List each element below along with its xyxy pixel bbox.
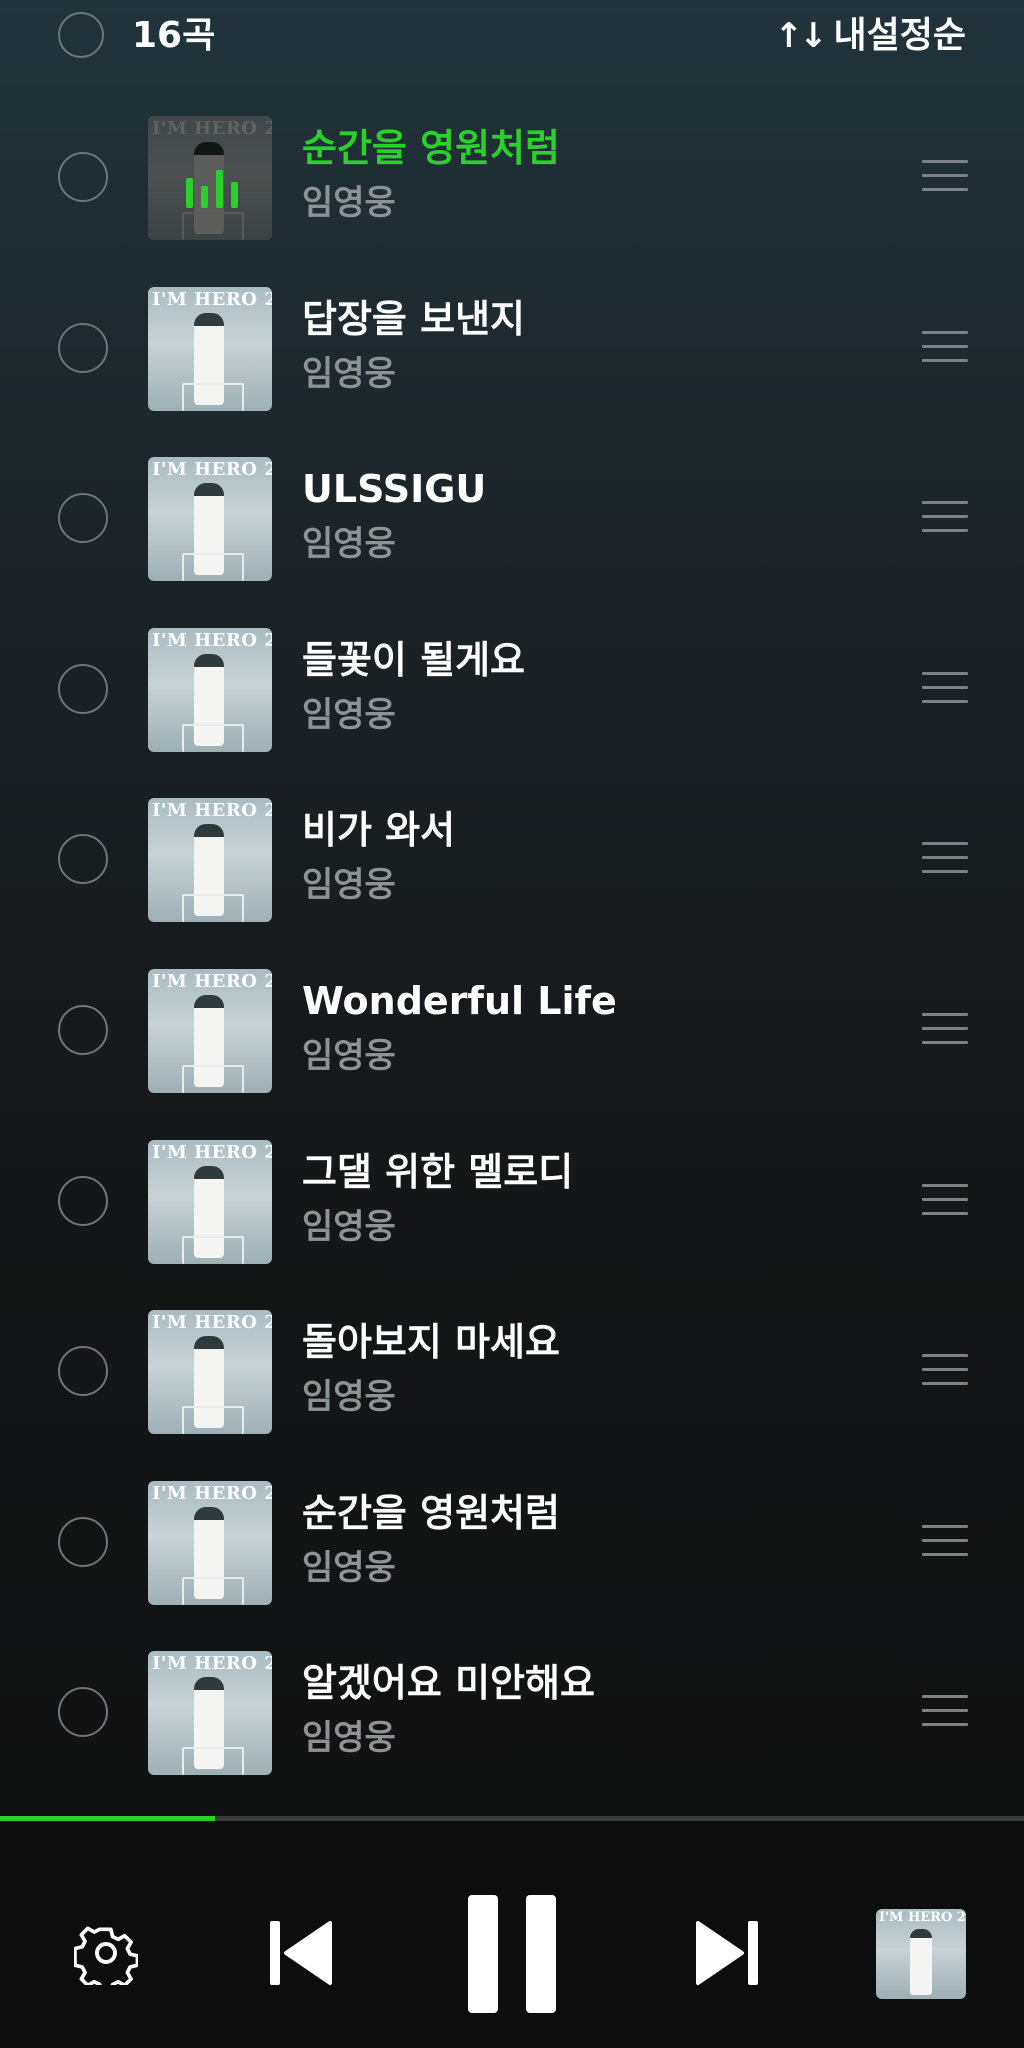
drag-handle-icon[interactable] [922,1354,968,1388]
track-checkbox[interactable] [58,663,108,714]
track-artist: 임영웅 [302,1377,396,1418]
track-checkbox[interactable] [58,493,108,544]
drag-handle-icon[interactable] [922,842,968,876]
drag-handle-icon[interactable] [922,160,968,194]
track-checkbox[interactable] [58,152,108,202]
album-stool [182,1064,244,1093]
player-controls: I'M HERO 2 [0,1821,1024,2048]
album-logo: I'M HERO 2 [152,288,272,310]
track-row[interactable]: I'M HERO 2 Wonderful Life 임영웅 [0,957,1024,1128]
track-row[interactable]: I'M HERO 2 알겠어요 미안해요 임영웅 [0,1639,1024,1810]
track-checkbox[interactable] [58,1346,108,1397]
album-logo: I'M HERO 2 [152,800,272,822]
track-artist: 임영웅 [302,1035,396,1076]
next-icon[interactable] [696,1919,758,1987]
pause-button[interactable] [468,1895,556,2013]
album-logo: I'M HERO 2 [152,118,272,139]
track-row[interactable]: I'M HERO 2 비가 와서 임영웅 [0,786,1024,957]
track-artist: 임영웅 [302,1718,396,1759]
album-art: I'M HERO 2 [148,286,272,411]
drag-handle-icon[interactable] [922,671,968,706]
track-count: 16곡 [132,15,216,56]
pause-bar-left [468,1895,498,2013]
album-art: I'M HERO 2 [148,1480,272,1605]
album-logo: I'M HERO 2 [152,629,272,651]
track-artist: 임영웅 [302,353,396,394]
album-art: I'M HERO 2 [148,1139,272,1264]
album-art: I'M HERO 2 [148,968,272,1093]
track-row[interactable]: I'M HERO 2 돌아보지 마세요 임영웅 [0,1298,1024,1469]
track-artist: 임영웅 [302,1547,396,1588]
album-figure [910,1929,932,1995]
previous-icon[interactable] [270,1919,332,1987]
album-logo: I'M HERO 2 [152,1482,272,1504]
track-artist: 임영웅 [302,524,396,565]
album-logo: I'M HERO 2 [152,1141,272,1163]
track-row[interactable]: I'M HERO 2 순간을 영원처럼 임영웅 [0,1469,1024,1640]
track-artist: 임영웅 [302,865,396,906]
playlist-header: 16곡 ↑↓ 내설정순 [0,0,1024,75]
sort-label: 내설정순 [833,15,966,56]
album-stool [182,894,244,923]
album-logo: I'M HERO 2 [152,970,272,992]
track-checkbox[interactable] [58,834,108,885]
settings-icon[interactable] [74,1921,138,1985]
album-logo: I'M HERO 2 [152,1653,272,1675]
track-checkbox[interactable] [58,1175,108,1226]
track-checkbox[interactable] [58,1004,108,1055]
select-all-checkbox[interactable] [58,12,104,58]
album-art: I'M HERO 2 [148,457,272,582]
track-title: 그댈 위한 멜로디 [302,1149,574,1194]
track-row[interactable]: I'M HERO 2 순간을 영원처럼 임영웅 [0,104,1024,275]
sort-button[interactable]: ↑↓ 내설정순 [775,14,966,58]
track-checkbox[interactable] [58,322,108,373]
album-art: I'M HERO 2 [148,1651,272,1776]
drag-handle-icon[interactable] [922,1524,968,1559]
track-row[interactable]: I'M HERO 2 그댈 위한 멜로디 임영웅 [0,1128,1024,1299]
album-stool [182,723,244,752]
album-logo: I'M HERO 2 [152,459,272,481]
album-art: I'M HERO 2 [148,627,272,752]
track-checkbox[interactable] [58,1687,108,1738]
drag-handle-icon[interactable] [922,501,968,535]
drag-handle-icon[interactable] [922,330,968,365]
drag-handle-icon[interactable] [922,1012,968,1047]
sort-arrows-icon: ↑↓ [774,16,828,56]
album-art: I'M HERO 2 [148,1310,272,1435]
album-stool [182,1406,244,1435]
track-title: 답장을 보낸지 [302,296,525,341]
track-artist: 임영웅 [302,694,396,735]
track-title: 돌아보지 마세요 [302,1320,560,1365]
album-stool [182,1747,244,1776]
album-stool [182,382,244,411]
track-list: I'M HERO 2 순간을 영원처럼 임영웅 I'M HERO 2 답장을 보… [0,104,1024,1810]
track-artist: 임영웅 [302,1206,396,1247]
drag-handle-icon[interactable] [922,1183,968,1218]
track-artist: 임영웅 [302,183,396,223]
track-title: 순간을 영원처럼 [302,1490,560,1535]
track-title: 알겠어요 미안해요 [302,1661,595,1706]
track-row[interactable]: I'M HERO 2 ULSSIGU 임영웅 [0,445,1024,616]
now-playing-equalizer-icon [186,164,238,208]
track-title: Wonderful Life [302,978,617,1023]
pause-bar-right [526,1895,556,2013]
album-stool [182,212,244,240]
album-logo: I'M HERO 2 [152,1312,272,1334]
track-title: ULSSIGU [302,467,487,512]
track-title: 비가 와서 [302,808,456,853]
track-title: 들꽃이 될게요 [302,637,525,682]
album-thumbnail[interactable]: I'M HERO 2 [876,1909,966,1999]
album-stool [182,553,244,582]
album-stool [182,1235,244,1264]
album-logo: I'M HERO 2 [879,1910,966,1925]
album-art: I'M HERO 2 [148,798,272,923]
track-title: 순간을 영원처럼 [302,126,560,170]
drag-handle-icon[interactable] [922,1695,968,1729]
album-stool [182,1576,244,1605]
track-checkbox[interactable] [58,1516,108,1567]
track-row[interactable]: I'M HERO 2 들꽃이 될게요 임영웅 [0,616,1024,787]
track-row[interactable]: I'M HERO 2 답장을 보낸지 임영웅 [0,275,1024,446]
